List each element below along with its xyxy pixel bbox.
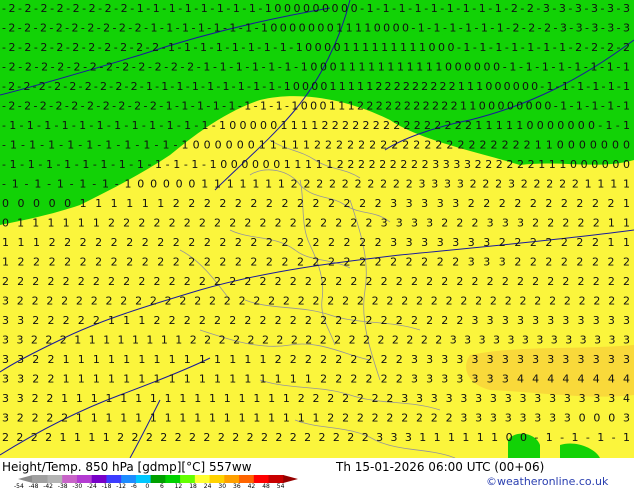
scale-label: -30 xyxy=(72,483,83,490)
valid-time: Th 15-01-2026 06:00 UTC (00+06) xyxy=(336,460,545,474)
scale-swatch xyxy=(209,475,225,483)
scale-label: 0 xyxy=(145,483,150,490)
scale-swatch xyxy=(165,475,181,483)
scale-swatch xyxy=(239,475,255,483)
scale-swatch xyxy=(180,475,196,483)
scale-swatch xyxy=(150,475,166,483)
credit-link[interactable]: ©weatheronline.co.uk xyxy=(486,475,608,488)
scale-swatch xyxy=(268,475,284,483)
temperature-row: 1222222222222222222222222222223332222222… xyxy=(2,256,630,269)
scale-label: 42 xyxy=(247,483,256,490)
map-canvas: -2-2-2-2-2-2-2-2-1-1-1-1-1-1-1-1-1000000… xyxy=(0,0,634,458)
scale-swatch xyxy=(224,475,240,483)
scale-label: -42 xyxy=(43,483,53,490)
scale-label: 24 xyxy=(203,483,212,490)
scale-arrow-right xyxy=(283,475,298,483)
temperature-row: 3222211111111111111111222222222333333330… xyxy=(2,412,630,425)
scale-swatch xyxy=(32,475,48,483)
scale-label: -48 xyxy=(28,483,39,490)
scale-swatch xyxy=(194,475,211,483)
temperature-row: -2-2-2-2-2-2-2-2-2-2-1-1-1-1-1-1-1-1-100… xyxy=(2,100,630,113)
scale-swatch xyxy=(135,475,152,483)
scale-label: 54 xyxy=(276,483,285,490)
scale-label: -54 xyxy=(14,483,24,490)
temperature-row: -2-2-2-2-2-2-2-2-2-2-2-2-1-1-1-1-1-1-100… xyxy=(2,61,630,74)
scale-swatch xyxy=(76,475,93,483)
scale-arrow-left xyxy=(18,475,33,483)
scale-label: 30 xyxy=(218,483,227,490)
map-title: Height/Temp. 850 hPa [gdmp][°C] 557ww xyxy=(2,460,252,474)
color-scale-bar xyxy=(18,475,298,483)
scale-swatch xyxy=(91,475,107,483)
scale-label: -6 xyxy=(130,483,137,490)
scale-label: 12 xyxy=(174,483,183,490)
scale-label: 18 xyxy=(189,483,197,490)
temperature-row: -1-1-1-1-1-1-1-1-1-1-1-1-100000111122222… xyxy=(2,119,630,132)
scale-swatch xyxy=(47,475,63,483)
scale-label: 6 xyxy=(160,483,164,490)
temperature-row: 0000011111122222222222222333332222222222… xyxy=(2,197,630,210)
weather-map: -2-2-2-2-2-2-2-2-1-1-1-1-1-1-1-1-1000000… xyxy=(0,0,634,458)
scale-swatch xyxy=(253,475,270,483)
scale-swatch xyxy=(106,475,122,483)
temperature-row: 3322111111111111111122222223333333333333… xyxy=(2,392,630,405)
scale-label: -24 xyxy=(87,483,97,490)
scale-label: -38 xyxy=(57,483,68,490)
temperature-row: 1112222222222222222222222333333322222221… xyxy=(2,236,630,249)
scale-label: 36 xyxy=(233,483,241,490)
scale-swatch xyxy=(121,475,137,483)
temperature-row: 3222222222222222222222222222222222222222… xyxy=(2,295,630,308)
scale-label: -12 xyxy=(116,483,126,490)
temperature-row: -2-2-2-2-2-2-2-2-2-1-1-1-1-1-1-1-1-1-100… xyxy=(2,80,630,93)
scale-label: 48 xyxy=(262,483,270,490)
scale-label: -18 xyxy=(101,483,112,490)
scale-swatch xyxy=(62,475,78,483)
map-footer: Height/Temp. 850 hPa [gdmp][°C] 557ww Th… xyxy=(0,458,634,490)
